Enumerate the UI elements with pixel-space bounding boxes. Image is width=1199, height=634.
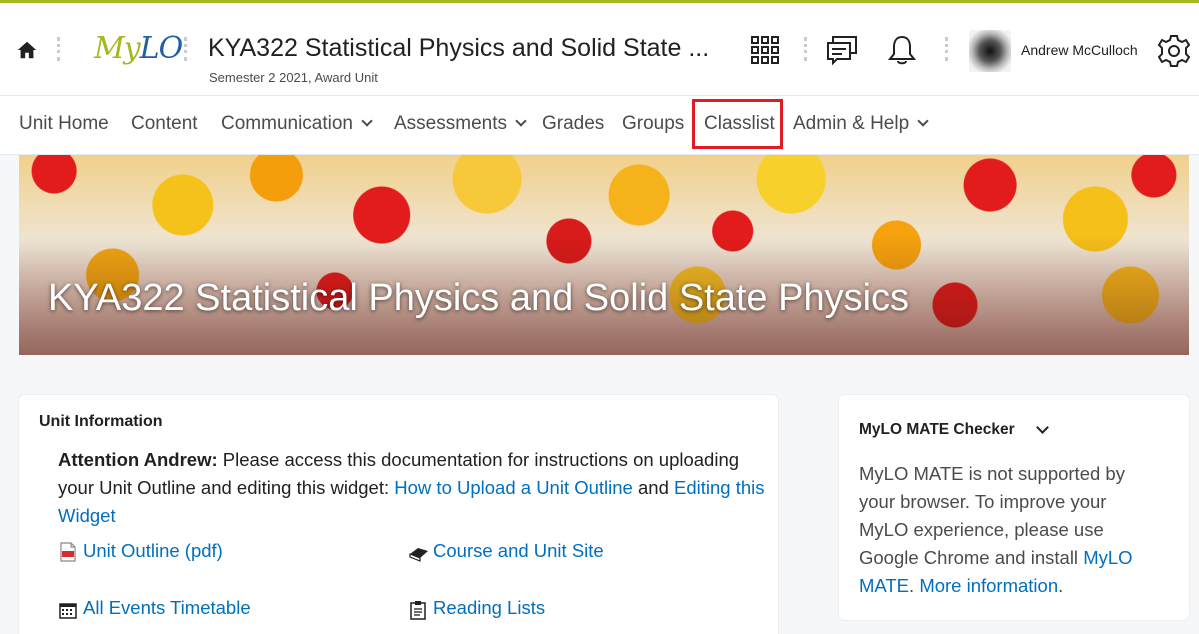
pdf-icon <box>60 542 76 562</box>
divider <box>184 37 187 61</box>
chevron-down-icon <box>917 115 929 127</box>
message-alerts-icon[interactable] <box>825 34 859 66</box>
chevron-down-icon <box>361 115 373 127</box>
notification-bell-icon[interactable] <box>887 34 917 66</box>
top-bar: MyLO KYA322 Statistical Physics and Soli… <box>0 0 1199 95</box>
course-banner-image: KYA322 Statistical Physics and Solid Sta… <box>19 155 1189 355</box>
nav-content[interactable]: Content <box>131 96 198 154</box>
book-icon <box>409 548 428 562</box>
upload-unit-outline-link[interactable]: How to Upload a Unit Outline <box>394 477 633 498</box>
course-unit-site-link[interactable]: Course and Unit Site <box>433 540 604 562</box>
banner-title: KYA322 Statistical Physics and Solid Sta… <box>48 277 910 319</box>
all-events-timetable-link[interactable]: All Events Timetable <box>83 597 251 619</box>
nav-grades[interactable]: Grades <box>542 96 604 154</box>
unit-navbar: Unit Home Content Communication Assessme… <box>0 95 1199 155</box>
attention-message: Attention Andrew: Please access this doc… <box>58 449 765 526</box>
course-title[interactable]: KYA322 Statistical Physics and Solid Sta… <box>208 34 709 63</box>
mylo-mate-checker-widget: MyLO MATE Checker MyLO MATE is not suppo… <box>839 395 1189 620</box>
nav-admin-help[interactable]: Admin & Help <box>793 96 929 154</box>
unit-outline-link[interactable]: Unit Outline (pdf) <box>83 540 223 562</box>
divider <box>804 37 807 61</box>
mylo-logo[interactable]: MyLO <box>94 31 183 66</box>
mylo-mate-heading: MyLO MATE Checker <box>859 421 1015 438</box>
more-information-link[interactable]: More information <box>919 575 1058 596</box>
mylo-mate-message: MyLO MATE is not supported by your brows… <box>859 463 1133 596</box>
course-subtitle: Semester 2 2021, Award Unit <box>209 70 378 85</box>
grid-icon[interactable] <box>750 35 780 65</box>
divider <box>57 37 60 61</box>
nav-assessments[interactable]: Assessments <box>394 96 527 154</box>
chevron-down-icon[interactable] <box>1036 421 1049 434</box>
nav-classlist[interactable]: Classlist <box>704 96 775 154</box>
avatar[interactable] <box>969 30 1011 72</box>
home-icon[interactable] <box>16 39 38 61</box>
gear-icon[interactable] <box>1157 34 1191 68</box>
reading-lists-link[interactable]: Reading Lists <box>433 597 545 619</box>
clipboard-icon <box>410 601 426 620</box>
calendar-icon <box>59 603 77 619</box>
nav-groups[interactable]: Groups <box>622 96 684 154</box>
divider <box>945 37 948 61</box>
nav-communication[interactable]: Communication <box>221 96 373 154</box>
user-name[interactable]: Andrew McCulloch <box>1021 42 1138 58</box>
unit-information-widget: Unit Information Attention Andrew: Pleas… <box>19 395 778 634</box>
nav-unit-home[interactable]: Unit Home <box>19 96 109 154</box>
chevron-down-icon <box>515 115 527 127</box>
unit-information-heading: Unit Information <box>39 413 163 430</box>
